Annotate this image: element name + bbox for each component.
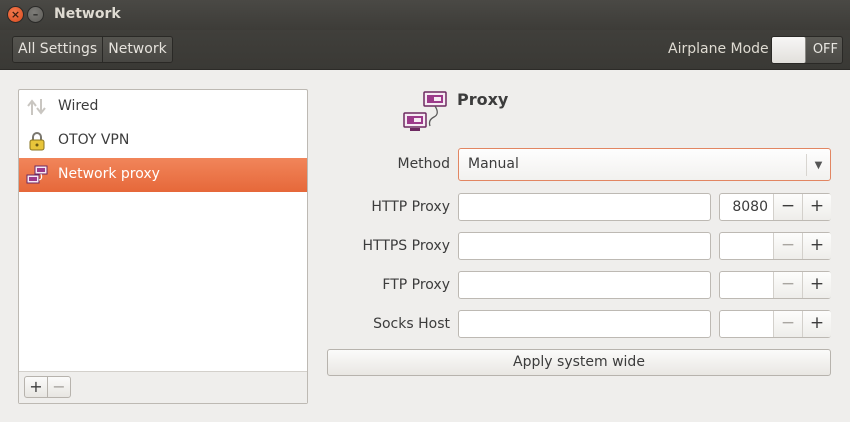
port-value[interactable] [720,272,772,298]
ftp-proxy-host-input[interactable] [458,271,711,299]
proxy-title: Proxy [457,90,509,109]
https-proxy-host-input[interactable] [458,232,711,260]
network-proxy-icon [403,91,447,131]
add-connection-button[interactable]: + [24,376,48,398]
list-item-label: Network proxy [58,166,160,182]
method-select-value: Manual [468,156,519,172]
socks-host-label: Socks Host [373,316,450,332]
decrement-button[interactable]: − [773,233,802,259]
socks-host-input[interactable] [458,310,711,338]
switch-state-text: OFF [812,42,838,57]
https-proxy-port-spinner[interactable]: − + [719,232,831,260]
wired-arrows-icon [27,99,46,115]
airplane-mode-label: Airplane Mode [668,41,769,57]
socks-port-spinner[interactable]: − + [719,310,831,338]
window-minimize-button[interactable]: – [27,6,44,23]
http-proxy-label: HTTP Proxy [371,199,450,215]
method-label: Method [397,156,450,172]
increment-button[interactable]: + [802,311,831,337]
window-close-button[interactable]: × [7,6,24,23]
vpn-lock-icon [29,132,45,151]
increment-button[interactable]: + [802,233,831,259]
ftp-proxy-label: FTP Proxy [382,277,450,293]
airplane-mode-switch[interactable]: OFF [771,36,843,64]
list-item-wired[interactable]: Wired [19,90,307,124]
increment-button[interactable]: + [802,194,831,220]
toolbar: All Settings Network Airplane Mode [0,30,850,70]
port-value[interactable]: 8080 [720,194,772,220]
chevron-down-icon[interactable]: ▼ [806,154,830,176]
method-select[interactable]: Manual ▼ [458,148,831,181]
switch-knob[interactable] [772,37,806,63]
window-titlebar: × – Network [0,0,850,30]
list-toolbar: + − [19,371,307,403]
breadcrumb-all-settings[interactable]: All Settings [13,37,103,62]
decrement-button[interactable]: − [773,272,802,298]
http-proxy-host-input[interactable] [458,193,711,221]
decrement-button[interactable]: − [773,194,802,220]
https-proxy-label: HTTPS Proxy [362,238,450,254]
connection-list: Wired OTOY VPN Network proxy + − [18,89,308,404]
apply-system-wide-button[interactable]: Apply system wide [327,349,831,376]
port-value[interactable] [720,233,772,259]
list-item-label: Wired [58,98,99,114]
remove-connection-button[interactable]: − [47,376,71,398]
increment-button[interactable]: + [802,272,831,298]
list-item-label: OTOY VPN [58,132,130,148]
ftp-proxy-port-spinner[interactable]: − + [719,271,831,299]
list-item-otoy-vpn[interactable]: OTOY VPN [19,124,307,158]
network-proxy-icon [26,165,48,184]
breadcrumb: All Settings Network [12,36,173,63]
port-value[interactable] [720,311,772,337]
decrement-button[interactable]: − [773,311,802,337]
http-proxy-port-spinner[interactable]: 8080 − + [719,193,831,221]
list-item-network-proxy[interactable]: Network proxy [19,158,307,192]
window-title: Network [54,6,121,22]
breadcrumb-network[interactable]: Network [102,37,172,62]
